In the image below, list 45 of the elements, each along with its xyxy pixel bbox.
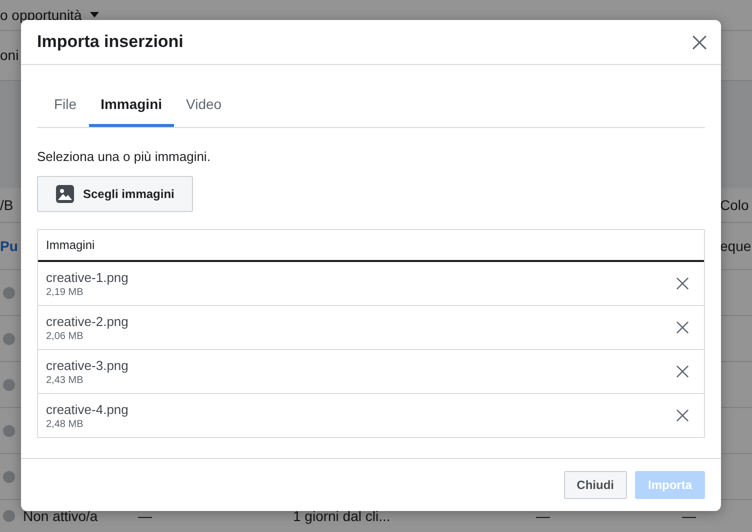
file-size: 2,06 MB [46,330,84,342]
close-icon [676,277,689,290]
file-size: 2,19 MB [46,286,84,298]
instruction-text: Seleziona una o più immagini. [37,149,212,164]
status-dot [3,510,15,522]
status-dot [3,424,15,437]
choose-images-button[interactable]: Scegli immagini [37,176,193,212]
table-cell-text: 1 giorni dal cli... [293,508,392,524]
status-dot [3,332,15,345]
tab[interactable]: Immagini [88,83,174,127]
caret-icon [90,12,99,18]
file-name: creative-3.png [46,358,128,372]
remove-button[interactable] [676,409,689,422]
remove-button[interactable] [676,321,689,334]
table-cell: oni [0,47,19,64]
tab[interactable]: File [42,83,89,127]
image-icon [56,185,74,203]
close-icon [676,365,689,378]
status-dot [3,286,15,299]
dialog-title: Importa inserzioni [37,32,184,52]
table-cell-text: — [138,508,153,524]
file-size: 2,48 MB [46,418,84,430]
table-cell-text: — [682,508,697,524]
remove-button[interactable] [676,365,689,378]
close-icon [676,321,689,334]
file-name: creative-4.png [46,402,128,416]
tab[interactable]: Video [174,83,234,127]
close-icon [692,34,707,50]
table-cell-text: — [536,508,551,524]
status-dot [3,470,15,483]
status-dot [3,378,15,391]
close-icon [676,409,689,422]
filter-label[interactable]: o opportunità [0,6,82,23]
file-size: 2,43 MB [46,374,84,386]
table-cell-text: Non attivo/a [23,508,99,524]
campaign-link[interactable]: Pu [0,238,18,254]
table-cell: eque [720,238,752,254]
close-button[interactable] [692,34,707,50]
remove-button[interactable] [676,277,689,290]
file-name: creative-1.png [46,270,128,284]
column-header: Colo [720,196,750,213]
file-name: creative-2.png [46,314,128,328]
column-header: /B [0,196,14,213]
column-header: Immagini [38,230,704,262]
close-dialog-button[interactable]: Chiudi [564,471,627,499]
